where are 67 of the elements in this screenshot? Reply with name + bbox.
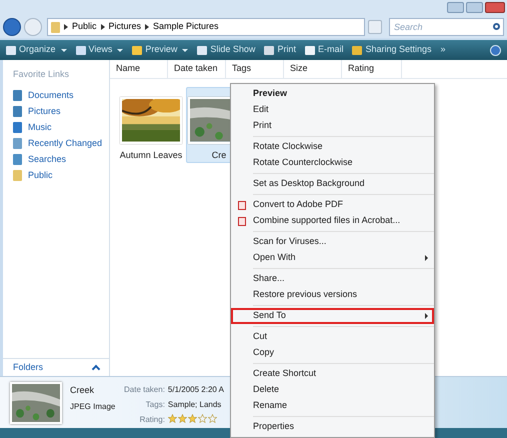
menu-item[interactable]: Create Shortcut xyxy=(231,366,434,382)
menu-item[interactable]: Properties xyxy=(231,419,434,435)
menu-item[interactable]: Combine supported files in Acrobat... xyxy=(231,213,434,229)
toolbar-button[interactable]: E-mail xyxy=(304,43,344,57)
caret-icon xyxy=(117,48,124,52)
star-icon xyxy=(168,414,177,426)
toolbar-button[interactable]: Slide Show xyxy=(197,43,256,57)
column-header[interactable]: Rating xyxy=(342,60,402,78)
minimize-icon[interactable] xyxy=(447,2,464,13)
address-bar[interactable]: Public Pictures Sample Pictures xyxy=(47,18,365,36)
close-icon[interactable] xyxy=(485,2,505,13)
menu-item[interactable]: Copy xyxy=(231,345,434,361)
toolbar-button[interactable]: » xyxy=(440,43,446,57)
menu-item[interactable]: Send To xyxy=(231,308,434,324)
column-header[interactable]: Tags xyxy=(226,60,284,78)
field-label: Tags: xyxy=(144,399,165,411)
star-icon xyxy=(208,414,217,426)
menu-item[interactable]: Scan for Viruses... xyxy=(231,234,434,250)
breadcrumb[interactable]: Sample Pictures xyxy=(153,20,219,34)
caret-icon xyxy=(182,48,188,52)
sidebar-item[interactable]: Recently Changed xyxy=(3,136,109,152)
field-value: Sample; Lands xyxy=(168,399,222,411)
help-icon[interactable] xyxy=(490,44,501,56)
search-field[interactable]: Search xyxy=(389,18,504,36)
caret-icon xyxy=(60,48,67,52)
file-name: Creek xyxy=(70,384,96,397)
maximize-icon[interactable] xyxy=(466,2,483,13)
breadcrumb[interactable]: Pictures xyxy=(108,20,142,34)
field-value: 5/1/2005 2:20 A xyxy=(168,384,224,396)
breadcrumb[interactable]: Public xyxy=(72,20,97,34)
sidebar-item[interactable]: Public xyxy=(3,168,109,184)
menu-item[interactable]: Restore previous versions xyxy=(231,287,434,303)
column-header[interactable]: Size xyxy=(284,60,342,78)
toolbar-button[interactable]: Print xyxy=(264,43,296,57)
sidebar-item[interactable]: Searches xyxy=(3,152,109,168)
field-label: Rating: xyxy=(138,414,165,426)
sidebar-item[interactable]: Music xyxy=(3,120,109,136)
submenu-arrow-icon xyxy=(425,313,428,319)
toolbar-button[interactable]: Preview xyxy=(132,43,188,57)
sidebar-item[interactable]: Documents xyxy=(3,88,109,104)
sidebar-title: Favorite Links xyxy=(12,68,70,81)
menu-item[interactable]: Delete xyxy=(231,382,434,398)
chevron-icon xyxy=(100,24,105,30)
star-icon xyxy=(188,414,197,426)
menu-item[interactable]: Convert to Adobe PDF xyxy=(231,197,434,213)
chevron-icon xyxy=(64,24,68,30)
sidebar-item[interactable]: Pictures xyxy=(3,104,109,120)
folders-label[interactable]: Folders xyxy=(13,360,44,374)
file-type: JPEG Image xyxy=(70,400,116,412)
field-label: Date taken: xyxy=(124,384,165,396)
menu-item[interactable]: Cut xyxy=(231,329,434,345)
star-icon xyxy=(198,414,207,426)
column-header[interactable]: Date taken xyxy=(168,60,226,78)
submenu-arrow-icon xyxy=(425,255,428,261)
menu-item[interactable]: Set as Desktop Background xyxy=(231,176,434,192)
toolbar-button[interactable]: Organize xyxy=(6,43,67,57)
menu-item[interactable]: Rename xyxy=(231,398,434,414)
back-icon[interactable] xyxy=(3,18,21,36)
toolbar-button[interactable]: Views xyxy=(76,43,124,57)
file-name: Cre xyxy=(212,148,226,162)
chevron-icon xyxy=(145,24,150,30)
column-header[interactable]: Name xyxy=(110,60,168,78)
file-name: Autumn Leaves xyxy=(120,148,182,162)
toolbar-button[interactable]: Sharing Settings xyxy=(352,43,432,57)
star-icon xyxy=(178,414,187,426)
menu-item[interactable]: Share... xyxy=(231,271,434,287)
menu-item[interactable]: Open With xyxy=(231,250,434,266)
